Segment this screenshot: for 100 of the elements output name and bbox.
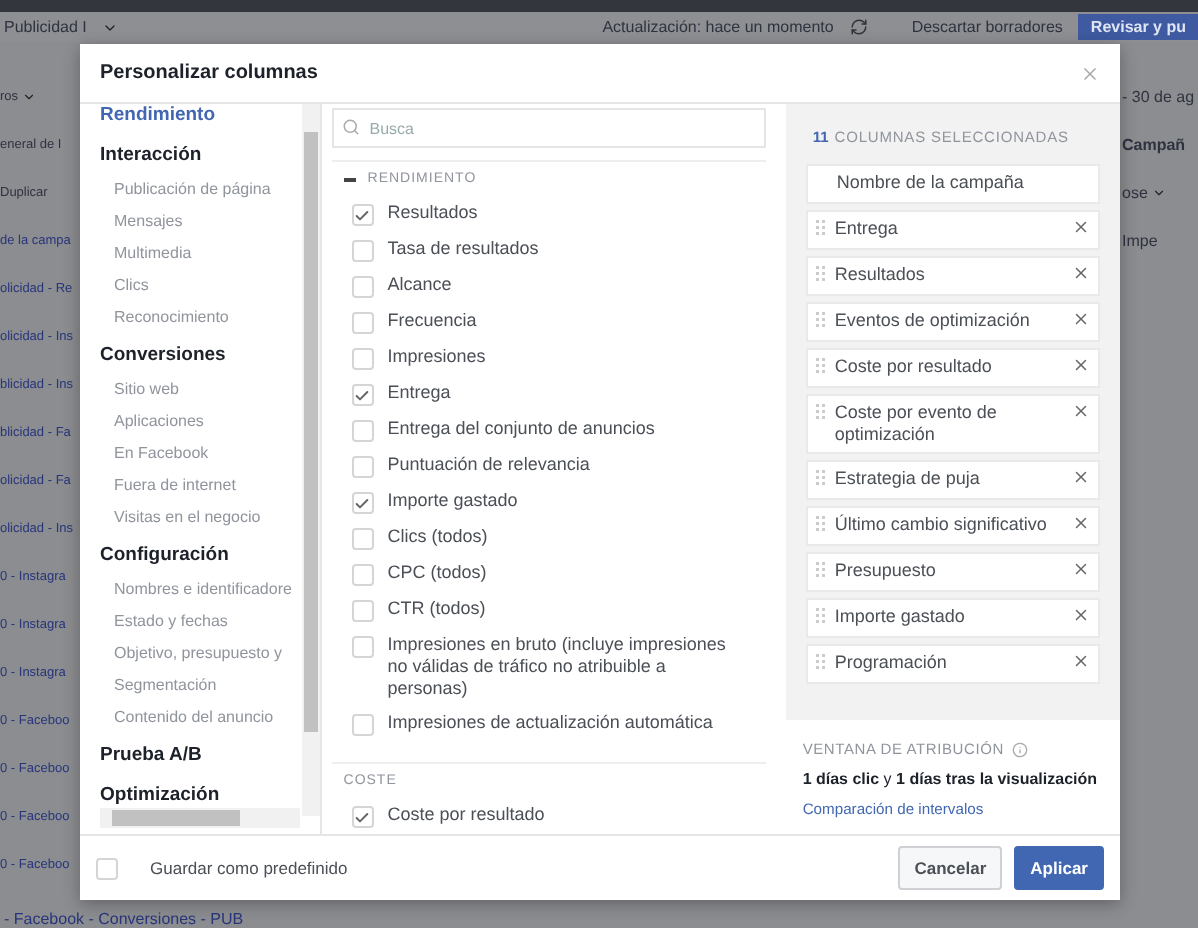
column-option[interactable]: Tasa de resultados [331,232,767,268]
sidebar-category[interactable]: Rendimiento [100,92,300,132]
sidebar-item[interactable]: Aplicaciones [100,404,300,436]
remove-button[interactable] [1072,218,1090,236]
checkbox[interactable] [351,384,374,406]
sidebar-item[interactable]: Segmentación [100,668,300,700]
drag-handle-icon[interactable] [816,358,827,376]
account-name[interactable]: Publicidad I [4,18,87,36]
checkbox[interactable] [351,600,374,622]
background-text: Impe [1122,231,1158,249]
drag-handle-icon[interactable] [816,470,827,488]
drag-handle-icon[interactable] [816,516,827,534]
column-option[interactable]: CPC (todos) [331,556,767,592]
checkbox[interactable] [351,636,374,658]
checkbox[interactable] [351,276,374,298]
info-icon[interactable] [1011,741,1028,757]
selected-column[interactable]: Entrega [806,210,1100,250]
remove-button[interactable] [1072,310,1090,328]
drag-handle-icon[interactable] [816,266,827,284]
column-option[interactable]: Frecuencia [331,304,767,340]
selected-column[interactable]: Resultados [806,256,1100,296]
column-option[interactable]: CTR (todos) [331,592,767,628]
selected-column[interactable]: Coste por resultado [806,348,1100,388]
column-option[interactable]: Resultados [331,196,767,232]
column-option[interactable]: Entrega del conjunto de anuncios [331,412,767,448]
remove-button[interactable] [1072,468,1090,486]
column-option[interactable]: Importe gastado [331,484,767,520]
selected-column[interactable]: Eventos de optimización [806,302,1100,342]
caret-icon[interactable] [22,89,37,103]
selected-column[interactable]: Nombre de la campaña [806,164,1100,204]
sidebar-item[interactable]: Contenido del anuncio [100,700,300,732]
sidebar-item[interactable]: Multimedia [100,236,300,268]
sidebar-item[interactable]: Reconocimiento [100,300,300,332]
vertical-scrollbar[interactable] [301,104,320,816]
caret-icon[interactable] [1151,185,1166,199]
remove-button[interactable] [1072,514,1090,532]
selected-column[interactable]: Importe gastado [806,598,1100,638]
column-option[interactable]: Alcance [331,268,767,304]
column-option[interactable]: Impresiones de actualización automática [331,706,767,742]
column-option[interactable]: Coste por resultado [331,798,767,834]
drag-handle-icon[interactable] [816,312,827,330]
checkbox[interactable] [351,564,374,586]
sidebar-item[interactable]: Clics [100,268,300,300]
sidebar-item[interactable]: Objetivo, presupuesto y [100,636,300,668]
remove-button[interactable] [1072,356,1090,374]
remove-button[interactable] [1072,606,1090,624]
selected-column[interactable]: Coste por evento de optimización [806,394,1100,454]
checkbox[interactable] [351,420,374,442]
sidebar-item[interactable]: Publicación de página [100,172,300,204]
sidebar-category[interactable]: Interacción [100,132,300,172]
search-field[interactable]: Busca [331,108,767,148]
remove-button[interactable] [1072,560,1090,578]
sidebar-category[interactable]: Optimización [100,772,300,812]
remove-button[interactable] [1072,652,1090,670]
sidebar-category[interactable]: Configuración [100,532,300,572]
update-status: Actualización: hace un momento [602,18,834,36]
cancel-button[interactable]: Cancelar [898,846,1003,890]
close-button[interactable] [1080,63,1100,83]
sidebar-category[interactable]: Prueba A/B [100,732,300,772]
discard-drafts-button[interactable]: Descartar borradores [911,18,1063,36]
checkbox[interactable] [351,528,374,550]
selected-column[interactable]: Estrategia de puja [806,460,1100,500]
column-option[interactable]: Impresiones en bruto (incluye impresiones no válidas de tráfico no atribuible a personas) [331,628,767,706]
selected-column[interactable]: Programación [806,644,1100,684]
sidebar-item[interactable]: Fuera de internet [100,468,300,500]
review-button[interactable]: Revisar y pu [1078,14,1198,40]
selected-column[interactable]: Último cambio significativo [806,506,1100,546]
checkbox[interactable] [351,806,374,828]
checkbox[interactable] [351,456,374,478]
horizontal-scrollbar[interactable] [100,808,300,828]
drag-handle-icon[interactable] [816,220,827,238]
campaign-link[interactable]: - Facebook - Conversiones - PUB [4,910,244,928]
sidebar-item[interactable]: Mensajes [100,204,300,236]
drag-handle-icon[interactable] [816,404,827,422]
drag-handle-icon[interactable] [816,562,827,580]
selected-column[interactable]: Presupuesto [806,552,1100,592]
drag-handle-icon[interactable] [816,654,827,672]
column-option[interactable]: Entrega [331,376,767,412]
sidebar-category[interactable]: Conversiones [100,332,300,372]
checkbox[interactable] [351,312,374,334]
checkbox[interactable] [351,240,374,262]
checkbox[interactable] [351,348,374,370]
breakdown-menu[interactable]: ose [1122,183,1148,201]
sidebar-item[interactable]: Nombres e identificadore [100,572,300,604]
checkbox[interactable] [351,714,374,736]
drag-handle-icon[interactable] [816,608,827,626]
sidebar-item[interactable]: Estado y fechas [100,604,300,636]
checkbox[interactable] [96,858,118,880]
sidebar-item[interactable]: Sitio web [100,372,300,404]
apply-button[interactable]: Aplicar [1014,846,1104,890]
remove-button[interactable] [1072,402,1090,420]
column-option[interactable]: Clics (todos) [331,520,767,556]
sidebar-item[interactable]: En Facebook [100,436,300,468]
remove-button[interactable] [1072,264,1090,282]
column-option[interactable]: Puntuación de relevancia [331,448,767,484]
column-option[interactable]: Impresiones [331,340,767,376]
refresh-icon[interactable] [849,18,868,36]
sidebar-item[interactable]: Visitas en el negocio [100,500,300,532]
checkbox[interactable] [351,204,374,226]
checkbox[interactable] [351,492,374,514]
